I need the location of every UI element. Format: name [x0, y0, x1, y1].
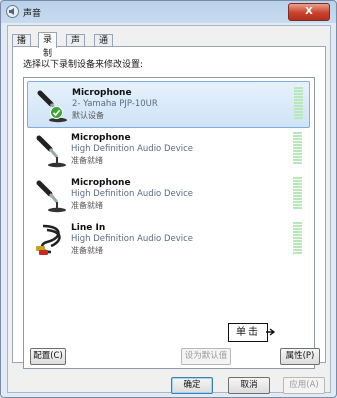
configure-button[interactable]: 配置(C) [30, 348, 66, 365]
set-default-button[interactable]: 设为默认值 [181, 348, 231, 365]
device-name: Microphone [71, 133, 131, 143]
device-description: High Definition Audio Device [71, 234, 194, 244]
properties-button[interactable]: 属性(P) [280, 348, 320, 365]
click-annotation: 单击 [228, 323, 268, 342]
cancel-button[interactable]: 取消 [228, 377, 270, 394]
recording-panel: 选择以下录制设备来修改设置: Microphone 2- Yamaha PJP-… [12, 46, 326, 369]
level-meter [293, 132, 302, 166]
level-meter [293, 177, 302, 211]
tab-recording[interactable]: 录制 [38, 32, 58, 59]
microphone-icon [36, 135, 66, 168]
device-list[interactable]: Microphone 2- Yamaha PJP-10UR 默认设备 Micro… [23, 77, 315, 369]
device-name: Microphone [71, 178, 131, 188]
speaker-icon [6, 5, 19, 18]
device-description: High Definition Audio Device [71, 144, 194, 154]
list-item[interactable]: Microphone High Definition Audio Device … [27, 127, 308, 172]
device-status: 准备就绪 [71, 201, 103, 210]
device-name: Microphone [72, 88, 132, 98]
microphone-icon [36, 180, 66, 213]
instruction-text: 选择以下录制设备来修改设置: [23, 60, 144, 70]
ok-button[interactable]: 确定 [171, 377, 213, 394]
close-button[interactable]: X [288, 3, 330, 21]
window-title: 声音 [23, 9, 42, 19]
sound-dialog: 声音 X 播放 录制 声音 通信 选择以下录制设备来修改设置: [0, 0, 337, 398]
title-bar[interactable]: 声音 X [1, 1, 336, 23]
device-status: 准备就绪 [71, 246, 103, 255]
device-description: 2- Yamaha PJP-10UR [72, 99, 158, 109]
list-item[interactable]: Microphone High Definition Audio Device … [27, 172, 308, 217]
list-item[interactable]: Line In High Definition Audio Device 准备就… [27, 217, 308, 262]
list-item[interactable]: Microphone 2- Yamaha PJP-10UR 默认设备 [27, 81, 310, 128]
level-meter [293, 222, 302, 256]
level-meter [294, 87, 303, 121]
device-description: High Definition Audio Device [71, 189, 194, 199]
rca-cable-icon [36, 224, 61, 255]
arrow-right-icon [266, 328, 276, 336]
dialog-client: 播放 录制 声音 通信 选择以下录制设备来修改设置: [7, 25, 331, 394]
default-check-icon [50, 106, 63, 119]
device-status: 默认设备 [72, 111, 104, 120]
device-status: 准备就绪 [71, 156, 103, 165]
device-name: Line In [71, 223, 106, 233]
apply-button[interactable]: 应用(A) [283, 377, 325, 394]
